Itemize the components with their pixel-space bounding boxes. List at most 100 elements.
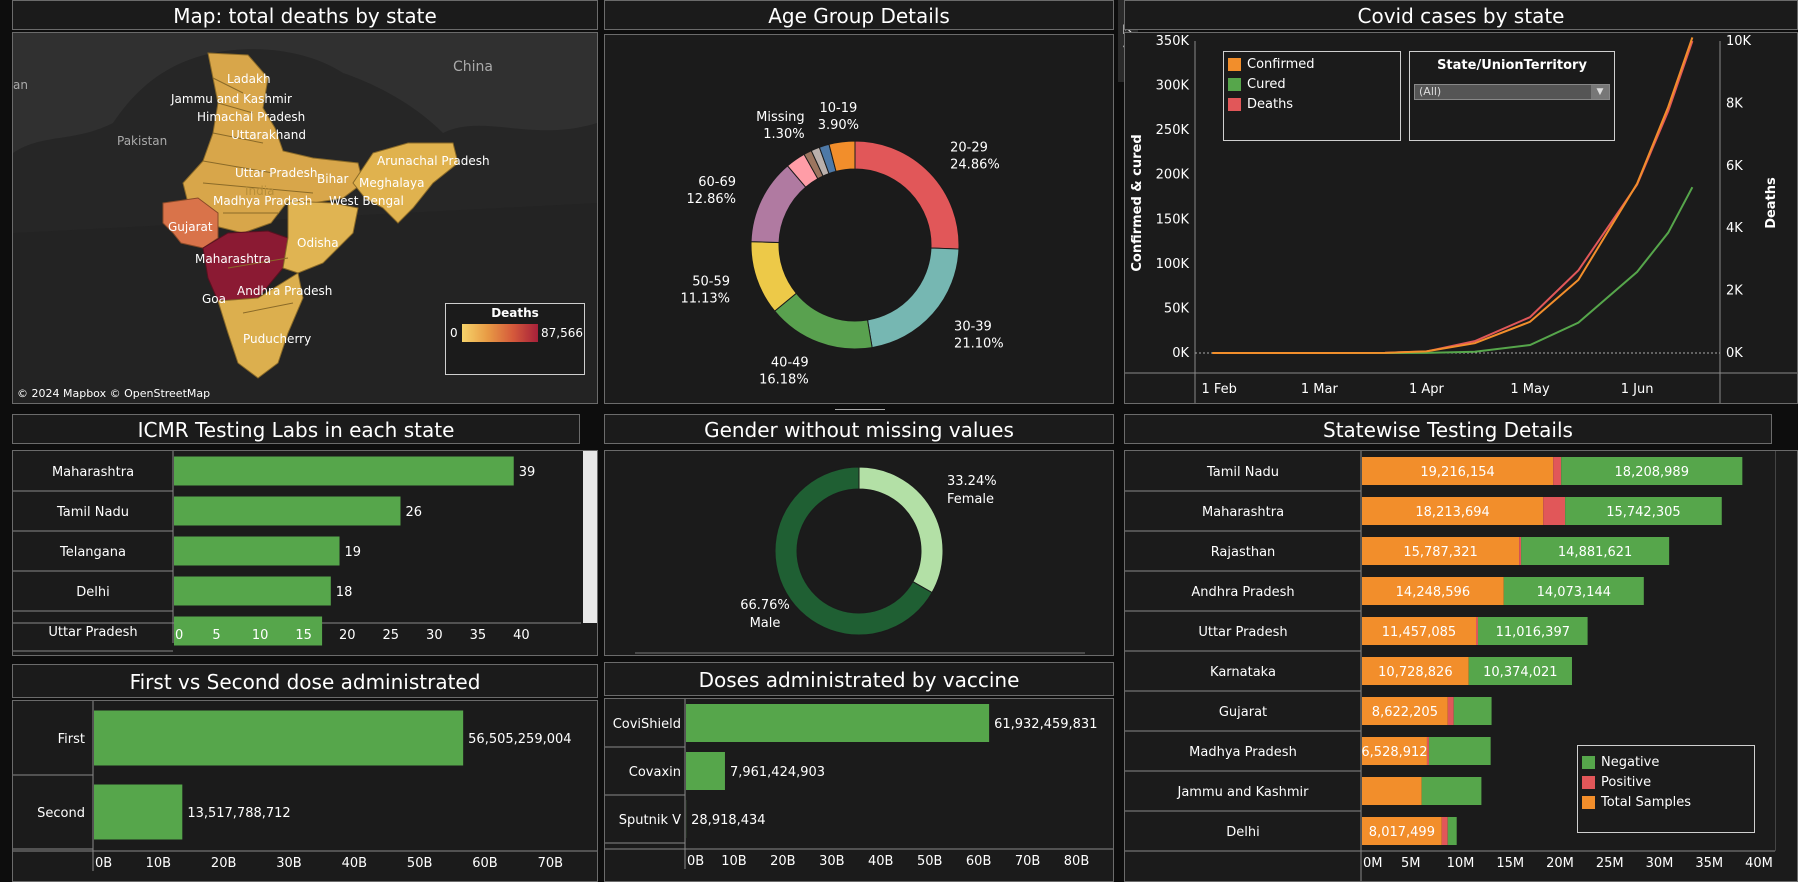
covid-x-tick: 1 Jun [1621,382,1654,397]
bar-x-tick: 20B [770,854,795,869]
covid-yleft-tick: 350K [1156,34,1190,49]
age-slice-pct: 3.90% [818,118,859,133]
state-label: Meghalaya [359,176,424,190]
bar-x-tick: 50B [407,856,432,871]
bar-value-label: 19 [345,545,362,560]
legend-item-confirmed[interactable]: Confirmed [1224,54,1400,74]
state-total-label: 10,728,826 [1378,665,1452,680]
chevron-down-icon[interactable]: ▼ [1591,85,1609,99]
state-bar-positive [1447,697,1454,725]
legend-item-total-samples[interactable]: Total Samples [1578,792,1754,812]
deaths-legend-min: 0 [450,326,458,340]
state-filter: State/UnionTerritory (All) ▼ [1409,51,1615,141]
bar-category-label: Covaxin [629,765,681,780]
gender-slice-label: Male [750,616,781,631]
covid-legend: Confirmed Cured Deaths [1223,51,1401,141]
icmr-scrollbar[interactable] [583,451,597,623]
covid-yright-tick: 2K [1726,284,1743,299]
gender-donut-chart[interactable]: 33.24% Female 66.76% Male [605,451,1113,655]
bar-x-tick: 15 [295,628,312,643]
state-x-tick: 30M [1646,856,1674,871]
state-filter-value: (All) [1419,85,1442,98]
bar-x-tick: 0B [687,854,704,869]
covid-yleft-tick: 100K [1156,257,1190,272]
state-x-tick: 5M [1401,856,1421,871]
bar-x-tick: 60B [966,854,991,869]
state-negative-label: 14,881,621 [1558,545,1632,560]
covid-yright-tick: 10K [1726,34,1752,49]
bar-value-label: 28,918,434 [691,813,765,828]
vaccine-panel[interactable]: CoviShield 61,932,459,831 Covaxin 7,961,424… [604,698,1114,882]
bar-category-label: First [58,732,85,747]
bar-x-tick: 30B [819,854,844,869]
legend-item-positive[interactable]: Positive [1578,772,1754,792]
map-attribution[interactable]: © 2024 Mapbox © OpenStreetMap [17,387,210,400]
covid-yleft-tick: 0K [1172,346,1189,361]
state-bar-positive [1519,537,1522,565]
icmr-bar-chart[interactable]: Maharashtra 39 Tamil Nadu 26 Telangana 19 Delh… [13,451,597,655]
bar-category-label: Sputnik V [619,813,681,828]
state-label: Maharashtra [195,252,271,266]
bar-value-label: 13,517,788,712 [187,806,290,821]
state-label: Uttar Pradesh [235,166,317,180]
age-slice-pct: 24.86% [950,158,1000,173]
deaths-color-ramp [462,324,538,342]
bar-x-tick: 10B [146,856,171,871]
state-negative-label: 10,374,021 [1483,665,1557,680]
state-total-label: 8,622,205 [1372,705,1438,720]
age-slice [854,140,960,250]
dose-bar-chart[interactable]: First 56,505,259,004 Second 13,517,788,712 0… [13,701,597,881]
statewise-title: Statewise Testing Details [1124,414,1772,444]
deaths-legend-max: 87,566 [541,326,583,340]
covid-x-tick: 1 May [1510,382,1550,397]
state-bar-negative [1428,737,1491,765]
bar-mark [174,456,514,486]
state-filter-title: State/UnionTerritory [1437,58,1587,73]
state-label: Bihar [317,172,349,186]
bar-x-tick: 40B [868,854,893,869]
state-category-label: Madhya Pradesh [1189,745,1297,760]
bar-x-tick: 0 [175,628,183,643]
dose-panel[interactable]: First 56,505,259,004 Second 13,517,788,712 0… [12,700,598,882]
state-label: Jammu and Kashmir [170,92,292,106]
state-bar-positive [1475,617,1478,645]
statewise-panel[interactable]: Tamil Nadu 19,216,154 18,208,989 Maharashtr… [1124,450,1798,882]
state-filter-select[interactable]: (All) ▼ [1414,84,1610,100]
map-panel[interactable]: China Pakistan India an Ladakh Jammu and… [12,32,598,404]
bar-category-label: Tamil Nadu [56,505,129,520]
covid-yright-tick: 0K [1726,346,1743,361]
icmr-panel[interactable]: Maharashtra 39 Tamil Nadu 26 Telangana 19 Delh… [12,450,598,656]
age-donut-chart[interactable]: 20-29 24.86% 30-39 21.10% 40-49 16.18% 50-59 11… [605,35,1113,403]
state-category-label: Karnataka [1210,665,1276,680]
gender-panel[interactable]: 33.24% Female 66.76% Male [604,450,1114,656]
state-label: Himachal Pradesh [197,110,305,124]
vaccine-bar-chart[interactable]: CoviShield 61,932,459,831 Covaxin 7,961,424… [605,699,1113,881]
bar-x-tick: 30 [426,628,443,643]
age-slice-label: 10-19 [819,101,857,116]
legend-item-negative[interactable]: Negative [1578,752,1754,772]
state-label: Madhya Pradesh [213,194,312,208]
state-label: Goa [202,292,226,306]
covid-panel[interactable]: 350K 300K 250K 200K 150K 100K 50K 0K 10K 8K 6K 4K 2K… [1124,32,1798,404]
state-category-label: Uttar Pradesh [1198,625,1287,640]
legend-item-deaths[interactable]: Deaths [1224,94,1400,114]
bar-x-tick: 80B [1064,854,1089,869]
bar-x-tick: 60B [472,856,497,871]
state-x-tick: 20M [1546,856,1574,871]
age-panel[interactable]: 20-29 24.86% 30-39 21.10% 40-49 16.18% 50-59 11… [604,34,1114,404]
vaccine-title: Doses administrated by vaccine [604,662,1114,696]
state-negative-label: 18,208,989 [1615,465,1689,480]
age-slice-pct: 12.86% [686,192,736,207]
gender-slice-label: Female [947,492,994,507]
bar-mark [94,784,183,840]
legend-item-cured[interactable]: Cured [1224,74,1400,94]
gender-slice [858,466,944,594]
statewise-scrollbar[interactable] [1775,451,1794,851]
state-label: Uttarakhand [231,128,306,142]
country-label-pakistan: Pakistan [117,134,167,148]
bar-x-tick: 50B [917,854,942,869]
state-label: Ladakh [227,72,271,86]
gender-slice-pct: 66.76% [740,598,790,613]
state-label: Puducherry [243,332,311,346]
country-label-china: China [453,59,493,75]
